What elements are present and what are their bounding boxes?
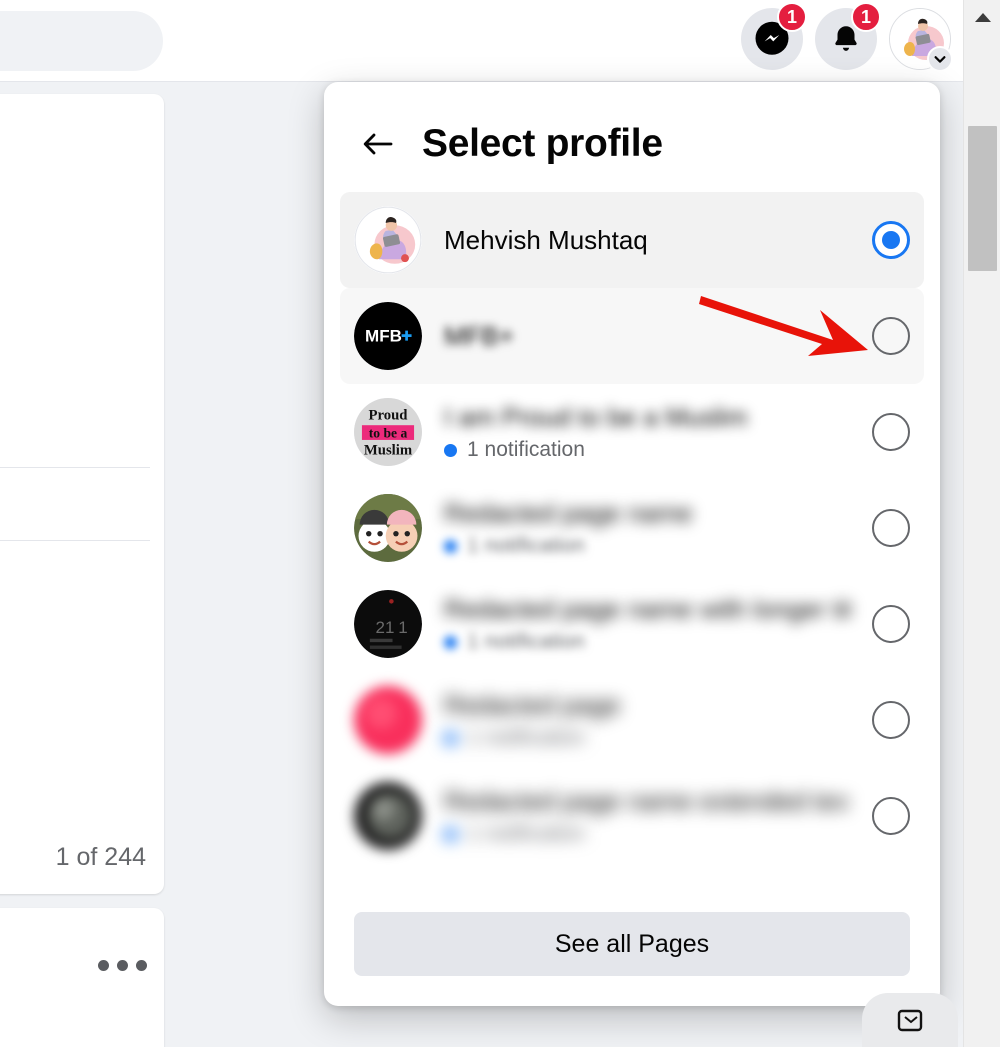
profile-info: MFB+	[444, 321, 850, 352]
avatar: MFB	[354, 302, 422, 370]
topbar-actions: 1 1	[741, 2, 953, 72]
svg-text:Proud: Proud	[369, 408, 409, 424]
avatar	[354, 206, 422, 274]
notifications-badge: 1	[851, 2, 881, 32]
profile-name: MFB+	[444, 320, 515, 351]
notification-count-label: 1 notification	[467, 822, 585, 845]
chevron-down-icon[interactable]	[927, 46, 953, 72]
minimize-chat-icon	[897, 1009, 923, 1032]
profile-row[interactable]: Proud to be a Muslim I am Proud to be a …	[340, 384, 924, 480]
profile-subtitle: 1 notification	[444, 822, 850, 846]
avatar: 21 1	[354, 590, 422, 658]
profile-info: Redacted page name 1 notification	[444, 498, 850, 558]
arrow-left-icon[interactable]	[360, 126, 396, 162]
profile-subtitle: 1 notification	[444, 534, 850, 558]
chat-widget-icon[interactable]	[862, 993, 958, 1047]
facebook-topbar: 1 1	[0, 0, 963, 82]
profile-subtitle: 1 notification	[444, 438, 850, 462]
unread-dot-icon	[444, 539, 457, 553]
radio-page-5[interactable]	[872, 605, 910, 643]
profile-info: Redacted page 1 notification	[444, 690, 850, 750]
see-all-pages-button[interactable]: See all Pages	[354, 912, 910, 976]
avatar	[354, 494, 422, 562]
notification-count-label: 1 notification	[467, 630, 585, 653]
profile-info: Mehvish Mushtaq	[444, 225, 850, 256]
unread-dot-icon	[444, 443, 457, 457]
post-spacer	[0, 373, 164, 409]
screenshot-root: 1 1 1 of 244 Select profile Mehvish Mush…	[0, 0, 1000, 1047]
scrollbar-thumb[interactable]	[968, 126, 997, 271]
dot	[136, 960, 147, 971]
profile-row[interactable]: 21 1 Redacted page name with longer titl…	[340, 576, 924, 672]
notification-count-label: 1 notification	[467, 534, 585, 557]
notifications-button[interactable]: 1	[815, 2, 881, 70]
select-profile-dialog: Select profile Mehvish Mushtaq MFB MFB+ …	[324, 82, 940, 1006]
profile-name: Redacted page	[444, 690, 621, 720]
post-text-line: ight (which	[0, 328, 164, 373]
avatar: Proud to be a Muslim	[354, 398, 422, 466]
radio-mfb[interactable]	[872, 317, 910, 355]
profile-list: Mehvish Mushtaq MFB MFB+ Proud to be a M…	[324, 192, 940, 898]
profile-row[interactable]: Mehvish Mushtaq	[340, 192, 924, 288]
svg-text:MFB: MFB	[365, 327, 402, 346]
unread-dot-icon	[444, 731, 457, 745]
comments-count: 5 comments	[0, 409, 164, 457]
page-title: Select profile	[422, 122, 663, 165]
profile-name: Mehvish Mushtaq	[444, 224, 648, 255]
post-text-line: est one,	[0, 202, 164, 247]
dot	[98, 960, 109, 971]
messenger-button[interactable]: 1	[741, 2, 807, 70]
notification-count-label: 1 notification	[467, 438, 585, 461]
triangle-up-icon[interactable]	[964, 0, 1000, 34]
svg-text:1: 1	[398, 618, 407, 637]
ellipsis-icon[interactable]	[98, 960, 147, 971]
send-button[interactable]: Send	[0, 478, 164, 530]
divider	[0, 467, 150, 468]
dialog-footer: See all Pages	[324, 898, 940, 1006]
radio-page-3[interactable]	[872, 413, 910, 451]
comments-filter-dropdown[interactable]: omments	[0, 551, 164, 603]
profile-row[interactable]: Redacted page 1 notification	[340, 672, 924, 768]
profile-info: Redacted page name extended text 1 notif…	[444, 786, 850, 846]
account-button[interactable]	[889, 8, 953, 72]
unread-dot-icon	[444, 635, 457, 649]
profile-subtitle: 1 notification	[444, 630, 850, 654]
radio-page-7[interactable]	[872, 797, 910, 835]
search-input[interactable]	[0, 11, 163, 71]
post-text-line: to land on	[0, 157, 164, 202]
radio-mehvish-mushtaq[interactable]	[872, 221, 910, 259]
notification-count-label: 1 notification	[467, 726, 585, 749]
dialog-header: Select profile	[324, 82, 940, 192]
avatar	[354, 782, 422, 850]
profile-name: I am Proud to be a Muslim	[444, 402, 748, 432]
unread-dot-icon	[444, 827, 457, 841]
messenger-badge: 1	[777, 2, 807, 32]
svg-text:to be a: to be a	[369, 426, 408, 441]
profile-row[interactable]: Redacted page name 1 notification	[340, 480, 924, 576]
profile-name: Redacted page name with longer title	[444, 594, 850, 624]
post-text-line: er and were	[0, 112, 164, 157]
profile-subtitle: 1 notification	[444, 726, 850, 750]
radio-page-6[interactable]	[872, 701, 910, 739]
radio-page-4[interactable]	[872, 509, 910, 547]
avatar	[354, 686, 422, 754]
profile-row[interactable]: Redacted page name extended text 1 notif…	[340, 768, 924, 864]
profile-row[interactable]: MFB MFB+	[340, 288, 924, 384]
profile-name: Redacted page name extended text	[444, 786, 850, 816]
svg-text:21: 21	[376, 618, 395, 637]
post-text-line: hi, Such)	[0, 283, 164, 328]
dot	[117, 960, 128, 971]
profile-name: Redacted page name	[444, 498, 693, 528]
profile-info: Redacted page name with longer title 1 n…	[444, 594, 850, 654]
window-scrollbar[interactable]	[963, 0, 1000, 1047]
svg-text:Muslim: Muslim	[364, 443, 413, 459]
profile-info: I am Proud to be a Muslim 1 notification	[444, 402, 850, 462]
post-spacer	[0, 247, 164, 283]
pager-label: 1 of 244	[55, 843, 146, 871]
secondary-post-card	[0, 908, 164, 1047]
divider	[0, 540, 150, 541]
post-card: er and were to land on est one, hi, Such…	[0, 94, 164, 894]
